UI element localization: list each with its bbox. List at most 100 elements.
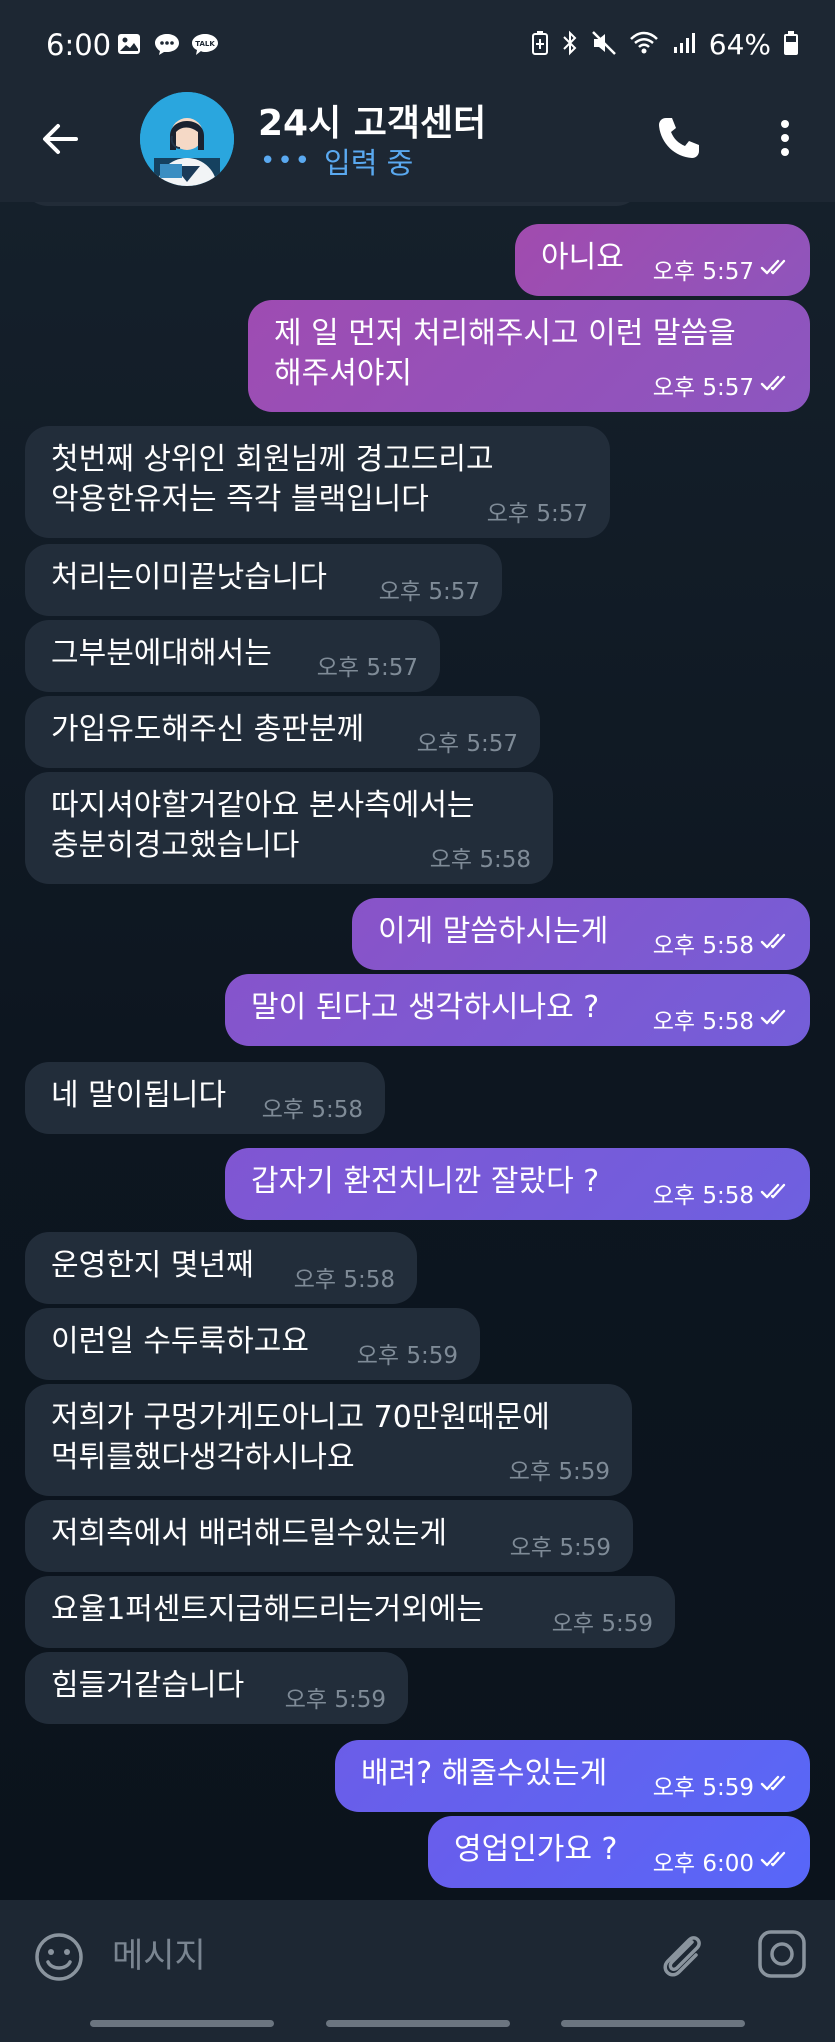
incoming-message[interactable]: 저희가 구멍가게도아니고 70만원때문에 먹튀를했다생각하시나요 오후 5:59	[25, 1384, 632, 1496]
typing-status-label: 입력 중	[324, 146, 414, 180]
emoji-icon	[35, 1933, 83, 1981]
message-time: 오후 5:59	[551, 1611, 653, 1637]
incoming-message[interactable]: 이런일 수두룩하고요 오후 5:59	[25, 1308, 480, 1380]
message-time: 오후 5:57	[486, 501, 588, 527]
incoming-message[interactable]: 운영한지 몇년째 오후 5:58	[25, 1232, 417, 1304]
bluetooth-icon	[561, 30, 579, 60]
signal-icon	[671, 30, 697, 60]
chat-header: 24시 고객센터 ••• 입력 중	[0, 92, 835, 202]
wifi-icon	[629, 30, 659, 60]
message-meta: 오후 5:59	[509, 1452, 610, 1486]
double-check-icon	[760, 256, 794, 282]
message-time: 오후 5:57	[652, 259, 754, 285]
message-meta: 오후 5:59	[653, 1768, 794, 1802]
incoming-message[interactable]: 첫번째 상위인 회원님께 경고드리고 악용한유저는 즉각 블랙입니다 오후 5:5…	[25, 426, 610, 538]
double-check-icon	[760, 930, 794, 956]
double-check-icon	[760, 1848, 794, 1874]
message-meta: 오후 6:00	[653, 1844, 794, 1878]
chat-bubble-icon	[153, 30, 181, 58]
message-time: 오후 5:57	[316, 655, 418, 681]
message-meta: 오후 5:59	[357, 1336, 458, 1370]
outgoing-message[interactable]: 배려? 해줄수있는게 오후 5:59	[335, 1740, 810, 1812]
incoming-message[interactable]: 요율1퍼센트지급해드리는거외에는 오후 5:59	[25, 1576, 675, 1648]
message-time: 오후 5:59	[356, 1343, 458, 1369]
camera-icon	[758, 1930, 806, 1978]
more-vertical-icon	[781, 120, 789, 156]
message-meta: 오후 5:59	[510, 1528, 611, 1562]
incoming-message[interactable]: 처리는이미끝낫습니다 오후 5:57	[25, 544, 502, 616]
more-menu-button[interactable]	[765, 112, 805, 164]
chat-title: 24시 고객센터	[258, 103, 487, 144]
message-time: 오후 5:58	[261, 1097, 363, 1123]
incoming-message[interactable]: 네 말이됩니다 오후 5:58	[25, 1062, 385, 1134]
message-meta: 오후 5:57	[317, 648, 418, 682]
message-meta: 오후 5:57	[487, 494, 588, 528]
message-time: 오후 6:00	[652, 1851, 754, 1877]
message-meta: 오후 5:58	[294, 1260, 395, 1294]
image-icon	[115, 30, 143, 58]
agent-avatar-icon	[140, 92, 234, 186]
message-meta: 오후 5:58	[653, 1002, 794, 1036]
back-arrow-icon	[43, 124, 78, 154]
nav-pill[interactable]	[561, 2020, 745, 2027]
emoji-button[interactable]	[30, 1928, 88, 1986]
back-button[interactable]	[36, 114, 86, 164]
partial-message-bubble	[22, 202, 642, 206]
message-meta: 오후 5:57	[653, 252, 794, 286]
incoming-message[interactable]: 저희측에서 배려해드릴수있는게 오후 5:59	[25, 1500, 633, 1572]
double-check-icon	[760, 1006, 794, 1032]
outgoing-message[interactable]: 이게 말씀하시는게 오후 5:58	[352, 898, 810, 970]
attach-button[interactable]	[652, 1924, 712, 1984]
message-time: 오후 5:57	[652, 375, 754, 401]
outgoing-message[interactable]: 갑자기 환전치니깐 잘랐다 ? 오후 5:58	[225, 1148, 810, 1220]
message-time: 오후 5:57	[378, 579, 480, 605]
message-time: 오후 5:59	[652, 1775, 754, 1801]
outgoing-message[interactable]: 영업인가요 ? 오후 6:00	[428, 1816, 810, 1888]
kakao-talk-label: TALK	[195, 40, 215, 48]
paperclip-icon	[663, 1936, 701, 1977]
message-meta: 오후 5:59	[285, 1680, 386, 1714]
message-time: 오후 5:58	[429, 847, 531, 873]
typing-dots-icon: •••	[260, 146, 313, 176]
message-time: 오후 5:58	[652, 1183, 754, 1209]
incoming-message[interactable]: 그부분에대해서는 오후 5:57	[25, 620, 440, 692]
nav-pill[interactable]	[90, 2020, 274, 2027]
message-time: 오후 5:58	[293, 1267, 395, 1293]
message-meta: 오후 5:58	[653, 1176, 794, 1210]
message-time: 오후 5:58	[652, 933, 754, 959]
kakaotalk-icon: TALK	[191, 30, 219, 58]
outgoing-message[interactable]: 말이 된다고 생각하시나요 ? 오후 5:58	[225, 974, 810, 1046]
message-meta: 오후 5:58	[430, 840, 531, 874]
gesture-nav-bar	[90, 2020, 745, 2028]
message-meta: 오후 5:57	[379, 572, 480, 606]
outgoing-message[interactable]: 아니요 오후 5:57	[515, 224, 810, 296]
message-time: 오후 5:59	[508, 1459, 610, 1485]
message-list[interactable]: 아니요 오후 5:57 제 일 먼저 처리해주시고 이런 말씀을 해주셔야지 오후 5…	[0, 202, 835, 1900]
typing-status: ••• 입력 중	[260, 140, 413, 182]
camera-button[interactable]	[752, 1924, 812, 1984]
nav-pill[interactable]	[325, 2020, 510, 2027]
call-button[interactable]	[652, 112, 704, 164]
incoming-message[interactable]: 힘들거같습니다 오후 5:59	[25, 1652, 408, 1724]
incoming-message[interactable]: 따지셔야할거같아요 본사측에서는 충분히경고했습니다 오후 5:58	[25, 772, 553, 884]
message-input[interactable]	[110, 1920, 634, 1992]
message-meta: 오후 5:58	[262, 1090, 363, 1124]
battery-saver-icon	[531, 30, 549, 60]
double-check-icon	[760, 1180, 794, 1206]
message-time: 오후 5:59	[284, 1687, 386, 1713]
outgoing-message[interactable]: 제 일 먼저 처리해주시고 이런 말씀을 해주셔야지 오후 5:57	[248, 300, 810, 412]
message-meta: 오후 5:58	[653, 926, 794, 960]
message-meta: 오후 5:57	[417, 724, 518, 758]
message-composer	[0, 1900, 835, 2042]
status-bar: 6:00 TALK 64%	[0, 0, 835, 92]
message-time: 오후 5:58	[652, 1009, 754, 1035]
phone-icon	[659, 118, 699, 158]
message-time: 오후 5:57	[416, 731, 518, 757]
message-meta: 오후 5:59	[552, 1604, 653, 1638]
double-check-icon	[760, 1772, 794, 1798]
message-time: 오후 5:59	[509, 1535, 611, 1561]
avatar[interactable]	[140, 92, 234, 186]
double-check-icon	[760, 372, 794, 398]
incoming-message[interactable]: 가입유도해주신 총판분께 오후 5:57	[25, 696, 540, 768]
battery-icon	[783, 30, 799, 60]
